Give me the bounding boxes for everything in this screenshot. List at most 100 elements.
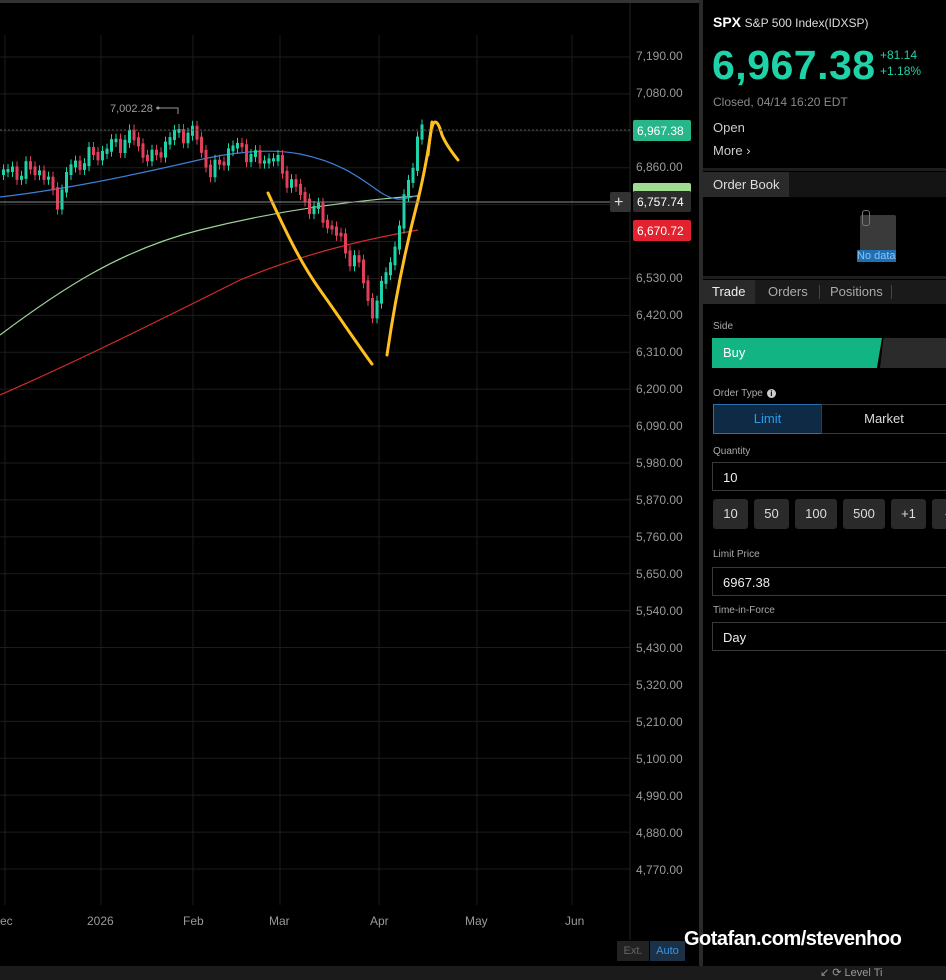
tab-trade[interactable]: Trade	[703, 280, 755, 304]
candle-body	[240, 142, 244, 148]
chart-area[interactable]: 7,002.28 7,190.00 7,080.00 6,860.00 6,530.0…	[0, 0, 699, 966]
candle-body	[195, 125, 199, 140]
candle-body	[141, 143, 145, 158]
ma-red-line	[0, 229, 419, 396]
annotation-peak	[426, 120, 460, 162]
candle-body	[407, 179, 410, 198]
y-tick-label: 6,090.00	[636, 419, 683, 433]
candle-body	[258, 150, 262, 164]
x-axis: ec 2026 Feb Mar Apr May Jun	[0, 914, 584, 928]
change-percent: +1.18%	[880, 64, 922, 78]
candle-body	[164, 141, 167, 158]
candle-body	[209, 164, 212, 178]
sell-button[interactable]	[880, 338, 946, 368]
qty-500-button[interactable]: 500	[843, 499, 885, 529]
tab-separator	[819, 285, 820, 299]
crosshair-tag: 6,757.74	[637, 195, 684, 209]
candle-body	[204, 149, 208, 168]
candle-body	[24, 161, 28, 179]
info-icon[interactable]: i	[766, 389, 776, 398]
candle-body	[96, 151, 100, 161]
candle-body	[110, 139, 113, 152]
y-tick-label: 6,530.00	[636, 271, 683, 285]
last-price: 6,967.38	[712, 42, 876, 88]
candle-body	[123, 139, 127, 154]
qty-100-button[interactable]: 100	[795, 499, 837, 529]
tif-select[interactable]: Day	[712, 622, 946, 651]
candle-body	[20, 175, 23, 180]
candle-body	[42, 170, 46, 180]
price-tags: 6,967.38 + 6,757.74 6,670.72	[610, 120, 691, 241]
candle-body	[227, 148, 230, 166]
candle-body	[56, 187, 59, 210]
candle-body	[173, 129, 176, 141]
tab-order-book[interactable]: Order Book	[703, 172, 789, 197]
candle-body	[380, 280, 383, 304]
candle-body	[272, 158, 275, 162]
candle-body	[146, 154, 149, 162]
candle-body	[281, 154, 284, 174]
qty-minus-button[interactable]: -	[932, 499, 946, 529]
candle-body	[321, 202, 325, 223]
more-link[interactable]: More ›	[713, 143, 751, 158]
candle-body	[83, 163, 86, 170]
candle-body	[245, 144, 248, 163]
candles	[2, 119, 424, 324]
quantity-input[interactable]: 10	[712, 462, 946, 491]
candle-body	[420, 124, 424, 140]
candle-body	[218, 159, 221, 165]
candle-body	[267, 158, 271, 164]
market-order-button[interactable]: Market	[821, 404, 946, 434]
paperclip-icon	[862, 210, 870, 226]
candle-body	[150, 149, 154, 162]
qty-plus1-button[interactable]: +1	[891, 499, 926, 529]
hand-drawn-annotation	[266, 120, 460, 366]
auto-scale-button[interactable]: Auto	[650, 941, 685, 961]
candle-body	[402, 194, 406, 229]
limit-price-input[interactable]: 6967.38	[712, 567, 946, 596]
candle-body	[213, 159, 217, 178]
candle-body	[200, 136, 203, 153]
candle-body	[384, 272, 388, 284]
tab-orders[interactable]: Orders	[768, 280, 808, 304]
candle-body	[411, 167, 415, 183]
candle-body	[254, 150, 257, 157]
candle-body	[114, 138, 118, 143]
right-panel: SPX S&P 500 Index(IDXSP) 6,967.38 +81.14…	[703, 0, 946, 966]
price-change: +81.14 +1.18%	[880, 47, 921, 79]
grid	[0, 0, 631, 940]
y-tick-label: 5,650.00	[636, 567, 683, 581]
qty-50-button[interactable]: 50	[754, 499, 789, 529]
candle-body	[60, 189, 64, 210]
candle-body	[290, 179, 293, 188]
candle-body	[299, 183, 302, 195]
candle-body	[231, 145, 235, 152]
candle-body	[119, 138, 122, 154]
candle-body	[303, 191, 307, 202]
candle-body	[344, 233, 347, 254]
last-price-tag: 6,967.38	[637, 124, 684, 138]
chart-svg[interactable]: 7,002.28 7,190.00 7,080.00 6,860.00 6,530.0…	[0, 0, 699, 966]
candle-body	[398, 225, 401, 250]
y-tick-label: 6,420.00	[636, 308, 683, 322]
high-marker-label: 7,002.28	[110, 103, 153, 115]
candle-body	[294, 179, 298, 187]
buy-button[interactable]: Buy	[712, 338, 882, 368]
candle-body	[159, 152, 163, 158]
tab-positions[interactable]: Positions	[830, 280, 883, 304]
candle-body	[87, 147, 91, 167]
candle-body	[182, 129, 185, 144]
candle-body	[11, 166, 14, 172]
candle-body	[249, 153, 253, 163]
tab-separator	[891, 285, 892, 299]
annotation-v-right	[385, 120, 434, 357]
tif-label: Time-in-Force	[713, 605, 775, 616]
y-tick-label: 7,190.00	[636, 49, 683, 63]
candle-body	[236, 142, 239, 149]
qty-10-button[interactable]: 10	[713, 499, 748, 529]
x-tick-label: Feb	[183, 914, 204, 928]
candle-body	[128, 129, 131, 143]
limit-order-button[interactable]: Limit	[713, 404, 822, 434]
candle-body	[92, 147, 95, 155]
ext-toggle-button[interactable]: Ext.	[617, 941, 649, 961]
